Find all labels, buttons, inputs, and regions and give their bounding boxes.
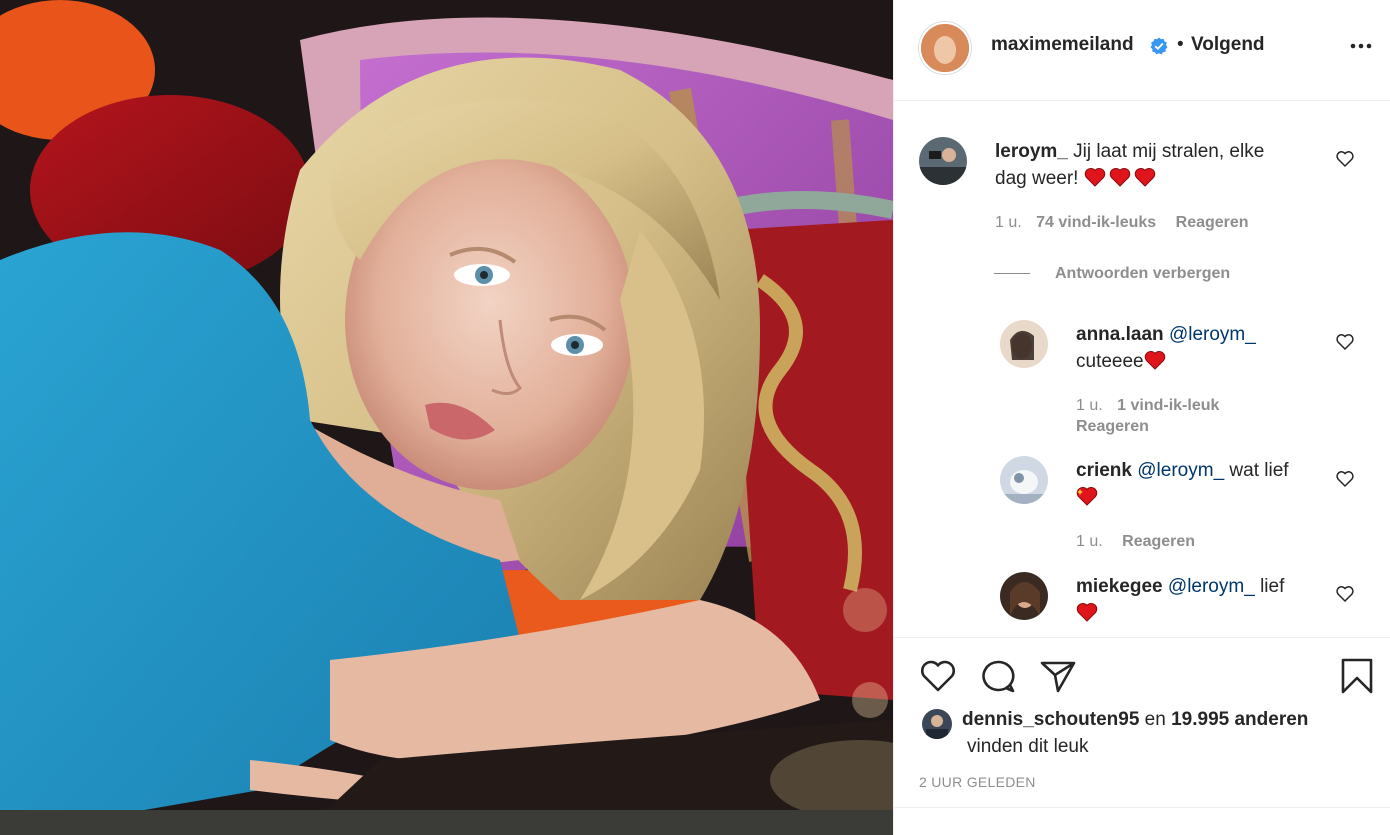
reply-username[interactable]: crienk xyxy=(1076,460,1132,481)
reply-username[interactable]: miekegee xyxy=(1076,576,1163,597)
reply-avatar-image xyxy=(1000,456,1048,504)
commenter-avatar-image xyxy=(919,137,967,185)
comment-text-line2: dag weer! xyxy=(995,168,1079,189)
likes-summary: dennis_schouten95 en 19.995 anderen xyxy=(962,709,1308,731)
divider xyxy=(894,807,1390,808)
like-comment-heart-icon[interactable] xyxy=(1335,149,1355,169)
comment-bubble-icon[interactable] xyxy=(979,658,1017,694)
reply-time: 1 u. xyxy=(1076,397,1103,414)
comment-username[interactable]: leroym_ xyxy=(995,141,1068,162)
reply-meta: 1 u. 1 vind-ik-leuk xyxy=(1076,397,1219,415)
author-avatar-image xyxy=(921,24,969,72)
reply-likes-count[interactable]: 1 vind-ik-leuk xyxy=(1117,397,1219,414)
reply-mention[interactable]: @leroym_ xyxy=(1169,324,1256,345)
like-reply-heart-icon[interactable] xyxy=(1335,332,1355,352)
comment-text: Jij laat mij stralen, elke xyxy=(1073,141,1265,162)
red-heart-emoji-icon xyxy=(1134,168,1155,187)
comments-section[interactable]: leroym_ Jij laat mij stralen, elke dag w… xyxy=(894,101,1390,637)
commenter-avatar[interactable] xyxy=(919,137,967,185)
like-reply-heart-icon[interactable] xyxy=(1335,584,1355,604)
liker-avatar-image xyxy=(922,709,952,739)
save-bookmark-icon[interactable] xyxy=(1340,657,1374,695)
share-send-icon[interactable] xyxy=(1039,658,1077,694)
like-reply-heart-icon[interactable] xyxy=(1335,469,1355,489)
red-heart-emoji-icon xyxy=(1109,168,1130,187)
reply-button[interactable]: Reageren xyxy=(1076,418,1149,436)
comment-body: leroym_ Jij laat mij stralen, elke dag w… xyxy=(995,138,1355,192)
following-button[interactable]: Volgend xyxy=(1191,34,1265,56)
comment-likes-count[interactable]: 74 vind-ik-leuks xyxy=(1036,214,1156,231)
red-heart-emoji-icon xyxy=(1144,351,1165,370)
post-timestamp[interactable]: 2 UUR GELEDEN xyxy=(919,774,1036,790)
reply-avatar-image xyxy=(1000,572,1048,620)
comment-time: 1 u. xyxy=(995,214,1022,231)
likes-others-count[interactable]: 19.995 anderen xyxy=(1171,709,1308,730)
post-image xyxy=(0,0,893,835)
likes-suffix: vinden dit leuk xyxy=(967,736,1089,757)
verified-badge-icon xyxy=(1150,37,1168,55)
liker-avatar[interactable] xyxy=(922,709,952,739)
reply-body: miekegee @leroym_ lief xyxy=(1076,573,1326,627)
reply-button[interactable]: Reageren xyxy=(1176,214,1249,231)
comment-meta: 1 u. 74 vind-ik-leuks Reageren xyxy=(995,214,1249,232)
author-username[interactable]: maximemeiland xyxy=(991,34,1134,56)
reply-meta: 1 u. Reageren xyxy=(1076,533,1195,551)
post-actions: dennis_schouten95 en 19.995 anderen vind… xyxy=(894,637,1390,835)
author-avatar[interactable] xyxy=(919,22,971,74)
reply-button[interactable]: Reageren xyxy=(1122,533,1195,550)
replies-divider xyxy=(994,273,1030,274)
reply-mention[interactable]: @leroym_ xyxy=(1168,576,1255,597)
liker-username[interactable]: dennis_schouten95 xyxy=(962,709,1139,730)
follow-separator: • xyxy=(1177,34,1184,55)
reply-time: 1 u. xyxy=(1076,533,1103,550)
post-panel: maximemeiland • Volgend leroym_ Jij laat… xyxy=(893,0,1390,835)
reply-body: anna.laan @leroym_ cuteeee xyxy=(1076,321,1316,375)
reply-mention[interactable]: @leroym_ xyxy=(1137,460,1224,481)
post-photo[interactable] xyxy=(0,0,893,835)
more-options-icon[interactable] xyxy=(1349,36,1373,56)
reply-avatar[interactable] xyxy=(1000,572,1048,620)
red-heart-emoji-icon xyxy=(1076,603,1098,622)
hide-replies-button[interactable]: Antwoorden verbergen xyxy=(1055,265,1230,283)
reply-avatar[interactable] xyxy=(1000,456,1048,504)
likes-connector: en xyxy=(1144,709,1166,730)
reply-text: wat lief xyxy=(1229,460,1289,481)
reply-username[interactable]: anna.laan xyxy=(1076,324,1164,345)
reply-avatar-image xyxy=(1000,320,1048,368)
red-heart-emoji-icon xyxy=(1084,168,1105,187)
post-header: maximemeiland • Volgend xyxy=(894,0,1390,101)
sparkling-heart-emoji-icon xyxy=(1076,487,1098,506)
like-heart-icon[interactable] xyxy=(919,658,957,694)
reply-avatar[interactable] xyxy=(1000,320,1048,368)
reply-body: crienk @leroym_ wat lief xyxy=(1076,457,1326,511)
reply-text: cuteeee xyxy=(1076,351,1144,372)
reply-text: lief xyxy=(1260,576,1285,597)
